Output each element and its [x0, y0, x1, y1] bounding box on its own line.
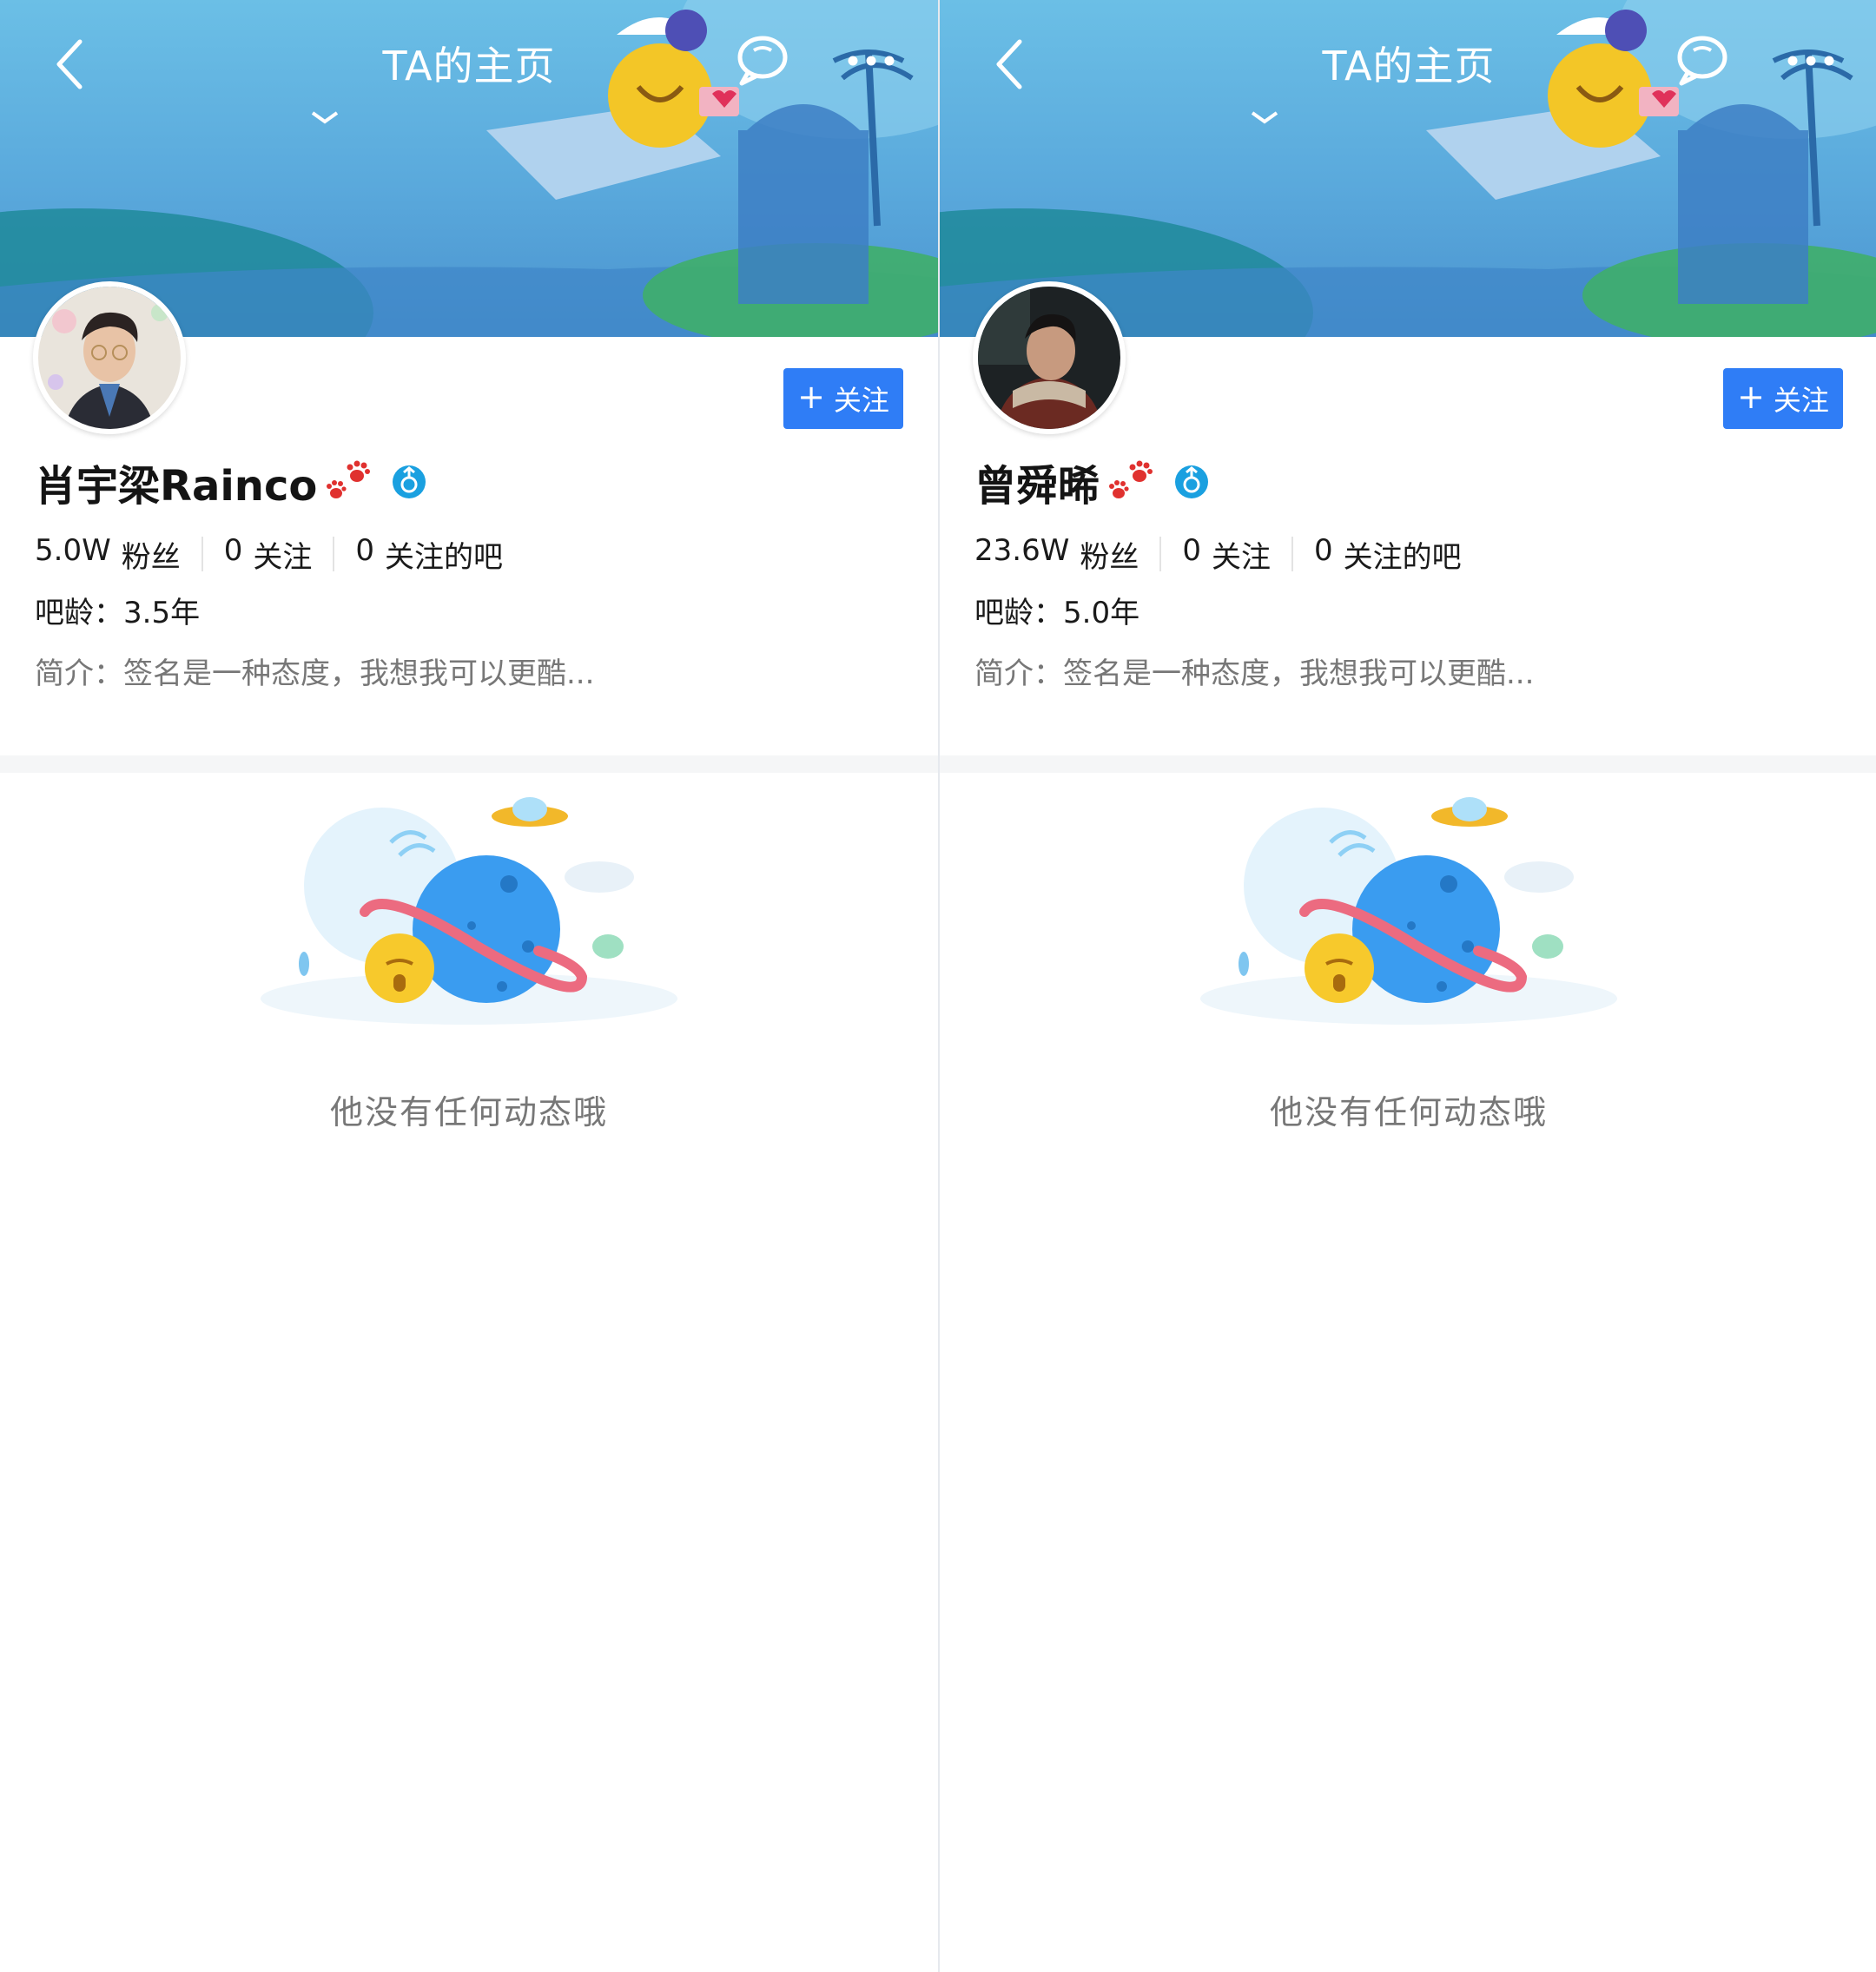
name-row: 肖宇梁Rainco: [35, 452, 426, 512]
plus-icon: +: [797, 378, 825, 416]
stats-row: 5.0W 粉丝 0 关注 0 关注的吧: [35, 531, 503, 577]
plus-icon: +: [1737, 378, 1765, 416]
empty-state-message: 他没有任何动态哦: [329, 1093, 608, 1131]
stat-label: 粉丝: [1080, 539, 1139, 575]
chat-bubble-icon: [737, 36, 788, 86]
user-name: 曾舜晞: [974, 462, 1100, 511]
stat-divider: [1291, 537, 1293, 571]
stat-label: 关注的吧: [384, 539, 503, 575]
empty-state-message: 他没有任何动态哦: [1269, 1093, 1548, 1131]
profile-panel-left: TA的主页 + 关注 肖宇梁Rainco 5.0W 粉丝 0 关注 0 关注的吧…: [0, 0, 938, 1972]
stat-label: 关注: [253, 539, 313, 575]
page-title: TA的主页: [1322, 43, 1496, 89]
stats-row: 23.6W 粉丝 0 关注 0 关注的吧: [974, 531, 1462, 577]
section-divider: [940, 755, 1876, 773]
male-badge-icon: [1175, 465, 1209, 498]
stat-label: 关注: [1211, 539, 1271, 575]
avatar-image: [978, 287, 1120, 429]
intro[interactable]: 简介：签名是一种态度，我想我可以更酷...: [35, 650, 594, 692]
message-button[interactable]: [730, 31, 790, 92]
stat-value: 0: [355, 532, 374, 568]
stat-divider: [201, 537, 203, 571]
section-divider: [0, 755, 938, 773]
more-dots-icon: [1787, 56, 1834, 66]
more-button[interactable]: [841, 35, 902, 87]
paw-icon: [327, 460, 371, 498]
stat-value: 5.0W: [35, 532, 111, 568]
stat-fans[interactable]: 5.0W 粉丝: [35, 533, 181, 576]
more-button[interactable]: [1780, 35, 1841, 87]
stat-following[interactable]: 0 关注: [1182, 533, 1271, 576]
follow-label: 关注: [833, 384, 889, 417]
paw-icon: [1109, 460, 1153, 498]
follow-button[interactable]: + 关注: [783, 368, 903, 429]
more-dots-icon: [848, 56, 895, 66]
chat-bubble-icon: [1677, 36, 1727, 86]
message-button[interactable]: [1669, 31, 1730, 92]
screen: TA的主页 + 关注 肖宇梁Rainco 5.0W 粉丝 0 关注 0 关注的吧…: [0, 0, 1876, 1972]
header-banner: TA的主页: [0, 0, 938, 337]
stat-divider: [333, 537, 335, 571]
bar-age: 吧龄：3.5年: [35, 596, 201, 630]
header-banner: TA的主页: [940, 0, 1876, 337]
intro[interactable]: 简介：签名是一种态度，我想我可以更酷...: [974, 650, 1534, 692]
stat-label: 粉丝: [121, 539, 181, 575]
avatar-image: [38, 287, 181, 429]
top-bar: TA的主页: [0, 0, 938, 130]
stat-followed-bars[interactable]: 0 关注的吧: [1314, 533, 1462, 576]
male-badge-icon: [393, 465, 426, 498]
top-bar: TA的主页: [940, 0, 1876, 130]
profile-panel-right: TA的主页 + 关注 曾舜晞 23.6W 粉丝 0 关注 0 关注的吧 吧龄：5…: [938, 0, 1876, 1972]
stat-value: 23.6W: [974, 532, 1070, 568]
stat-followed-bars[interactable]: 0 关注的吧: [355, 533, 503, 576]
avatar[interactable]: [973, 281, 1126, 434]
stat-label: 关注的吧: [1343, 539, 1462, 575]
user-name: 肖宇梁Rainco: [35, 462, 318, 511]
follow-button[interactable]: + 关注: [1723, 368, 1843, 429]
bar-age: 吧龄：5.0年: [974, 596, 1140, 630]
page-title: TA的主页: [382, 43, 556, 89]
follow-label: 关注: [1773, 384, 1829, 417]
stat-following[interactable]: 0 关注: [224, 533, 313, 576]
stat-value: 0: [1182, 532, 1201, 568]
empty-state-illustration: [1200, 797, 1617, 1025]
avatar[interactable]: [33, 281, 186, 434]
stat-value: 0: [223, 532, 243, 568]
stat-divider: [1159, 537, 1162, 571]
stat-fans[interactable]: 23.6W 粉丝: [974, 533, 1139, 576]
name-row: 曾舜晞: [974, 452, 1209, 512]
stat-value: 0: [1313, 532, 1333, 568]
empty-state-illustration: [261, 797, 677, 1025]
